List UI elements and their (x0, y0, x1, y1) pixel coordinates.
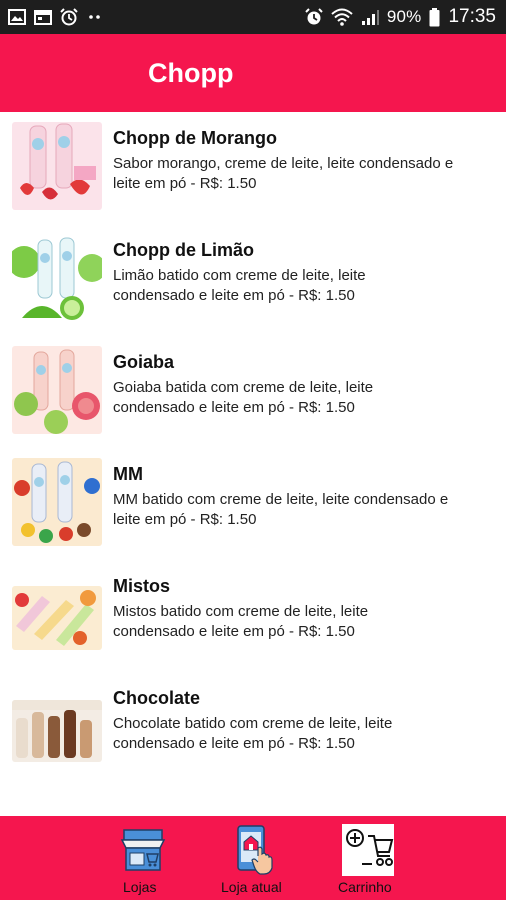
product-description-line: MM batido com creme de leite, leite cond… (113, 491, 449, 508)
image-icon (8, 9, 26, 25)
nav-label: Lojas (123, 879, 157, 895)
nav-label: Loja atual (221, 879, 282, 895)
nav-item-lojas[interactable]: Lojas (100, 816, 186, 900)
chocolate-chopp-image (12, 700, 102, 762)
product-description-line: condensado e leite em pó - R$: 1.50 (113, 287, 355, 304)
cart-icon (342, 824, 394, 881)
app-header: Chopp (0, 34, 506, 112)
phone-store-icon (234, 824, 276, 881)
product-description-line: leite em pó - R$: 1.50 (113, 175, 257, 192)
nav-item-loja-atual[interactable]: Loja atual (212, 816, 298, 900)
product-description: Limão batido com creme de leite, leite c… (113, 266, 498, 306)
bottom-nav: Lojas Loja atual Carrinho (0, 816, 506, 900)
product-description-line: leite em pó - R$: 1.50 (113, 511, 257, 528)
product-description-line: Mistos batido com creme de leite, leite (113, 603, 369, 620)
product-description-line: Goiaba batida com creme de leite, leite (113, 379, 374, 396)
mixed-chopp-image (12, 586, 102, 650)
product-item[interactable]: Goiaba Goiaba batida com creme de leite,… (0, 336, 506, 448)
nav-label: Carrinho (338, 879, 392, 895)
product-description-line: Limão batido com creme de leite, leite (113, 267, 366, 284)
product-description: Chocolate batido com creme de leite, lei… (113, 714, 498, 754)
nav-item-carrinho[interactable]: Carrinho (330, 816, 416, 900)
candy-chopp-image (12, 458, 102, 546)
status-bar: 90% 17:35 (0, 0, 506, 34)
product-item[interactable]: Chopp de Limão Limão batido com creme de… (0, 224, 506, 336)
product-item[interactable]: MM MM batido com creme de leite, leite c… (0, 448, 506, 560)
page-title: Chopp (148, 58, 234, 88)
status-time: 17:35 (448, 6, 496, 27)
product-item[interactable]: Chopp de Morango Sabor morango, creme de… (0, 112, 506, 224)
calendar-icon (34, 9, 52, 25)
product-name: Mistos (113, 576, 171, 596)
alarm-icon (60, 8, 78, 26)
battery-percent: 90% (386, 7, 422, 26)
product-description-line: condensado e leite em pó - R$: 1.50 (113, 399, 355, 416)
product-name: Chocolate (113, 688, 201, 708)
product-description-line: condensado e leite em pó - R$: 1.50 (113, 735, 355, 752)
product-name: MM (113, 464, 143, 484)
wifi-icon (331, 8, 353, 26)
signal-icon (361, 8, 379, 26)
product-description: Mistos batido com creme de leite, leite … (113, 602, 498, 642)
product-description-line: Sabor morango, creme de leite, leite con… (113, 155, 454, 172)
battery-icon (429, 7, 440, 27)
status-right-icons: 90% 17:35 (305, 6, 506, 28)
product-description: MM batido com creme de leite, leite cond… (113, 490, 498, 530)
product-name: Chopp de Morango (113, 128, 277, 148)
strawberry-chopp-image (12, 122, 102, 210)
product-list: Chopp de Morango Sabor morango, creme de… (0, 112, 506, 816)
product-name: Chopp de Limão (113, 240, 254, 260)
product-item[interactable]: Mistos Mistos batido com creme de leite,… (0, 560, 506, 672)
product-description-line: condensado e leite em pó - R$: 1.50 (113, 623, 355, 640)
lime-chopp-image (12, 234, 102, 322)
product-item[interactable]: Chocolate Chocolate batido com creme de … (0, 672, 506, 784)
product-description: Goiaba batida com creme de leite, leite … (113, 378, 498, 418)
guava-chopp-image (12, 346, 102, 434)
product-name: Goiaba (113, 352, 175, 372)
product-description: Sabor morango, creme de leite, leite con… (113, 154, 498, 194)
store-icon (118, 824, 168, 879)
status-left-icons (0, 8, 104, 26)
product-description-line: Chocolate batido com creme de leite, lei… (113, 715, 393, 732)
dots-icon (86, 12, 104, 22)
alarm-icon (305, 8, 323, 26)
